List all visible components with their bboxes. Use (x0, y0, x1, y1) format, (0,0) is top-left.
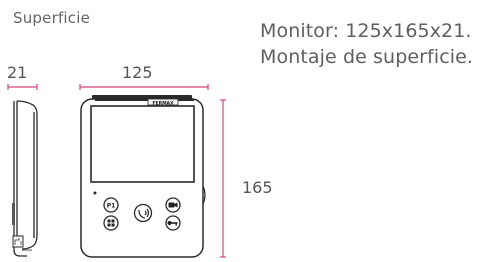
menu-grid-button[interactable] (103, 215, 119, 231)
brand-plate: FERMAX (152, 101, 174, 107)
video-camera-icon (168, 202, 178, 208)
side-view (12, 100, 38, 257)
monitor-drawing: FERMAX P1 (7, 84, 226, 258)
width-dimension-line (79, 84, 209, 90)
depth-dimension-line (7, 84, 38, 90)
front-view (80, 95, 206, 258)
button-p1-label: P1 (107, 203, 116, 210)
button-p1[interactable]: P1 (103, 197, 119, 213)
talk-button[interactable] (133, 203, 153, 223)
height-dimension-line (220, 99, 226, 258)
camera-button[interactable] (165, 197, 181, 213)
door-open-button[interactable] (165, 215, 181, 231)
